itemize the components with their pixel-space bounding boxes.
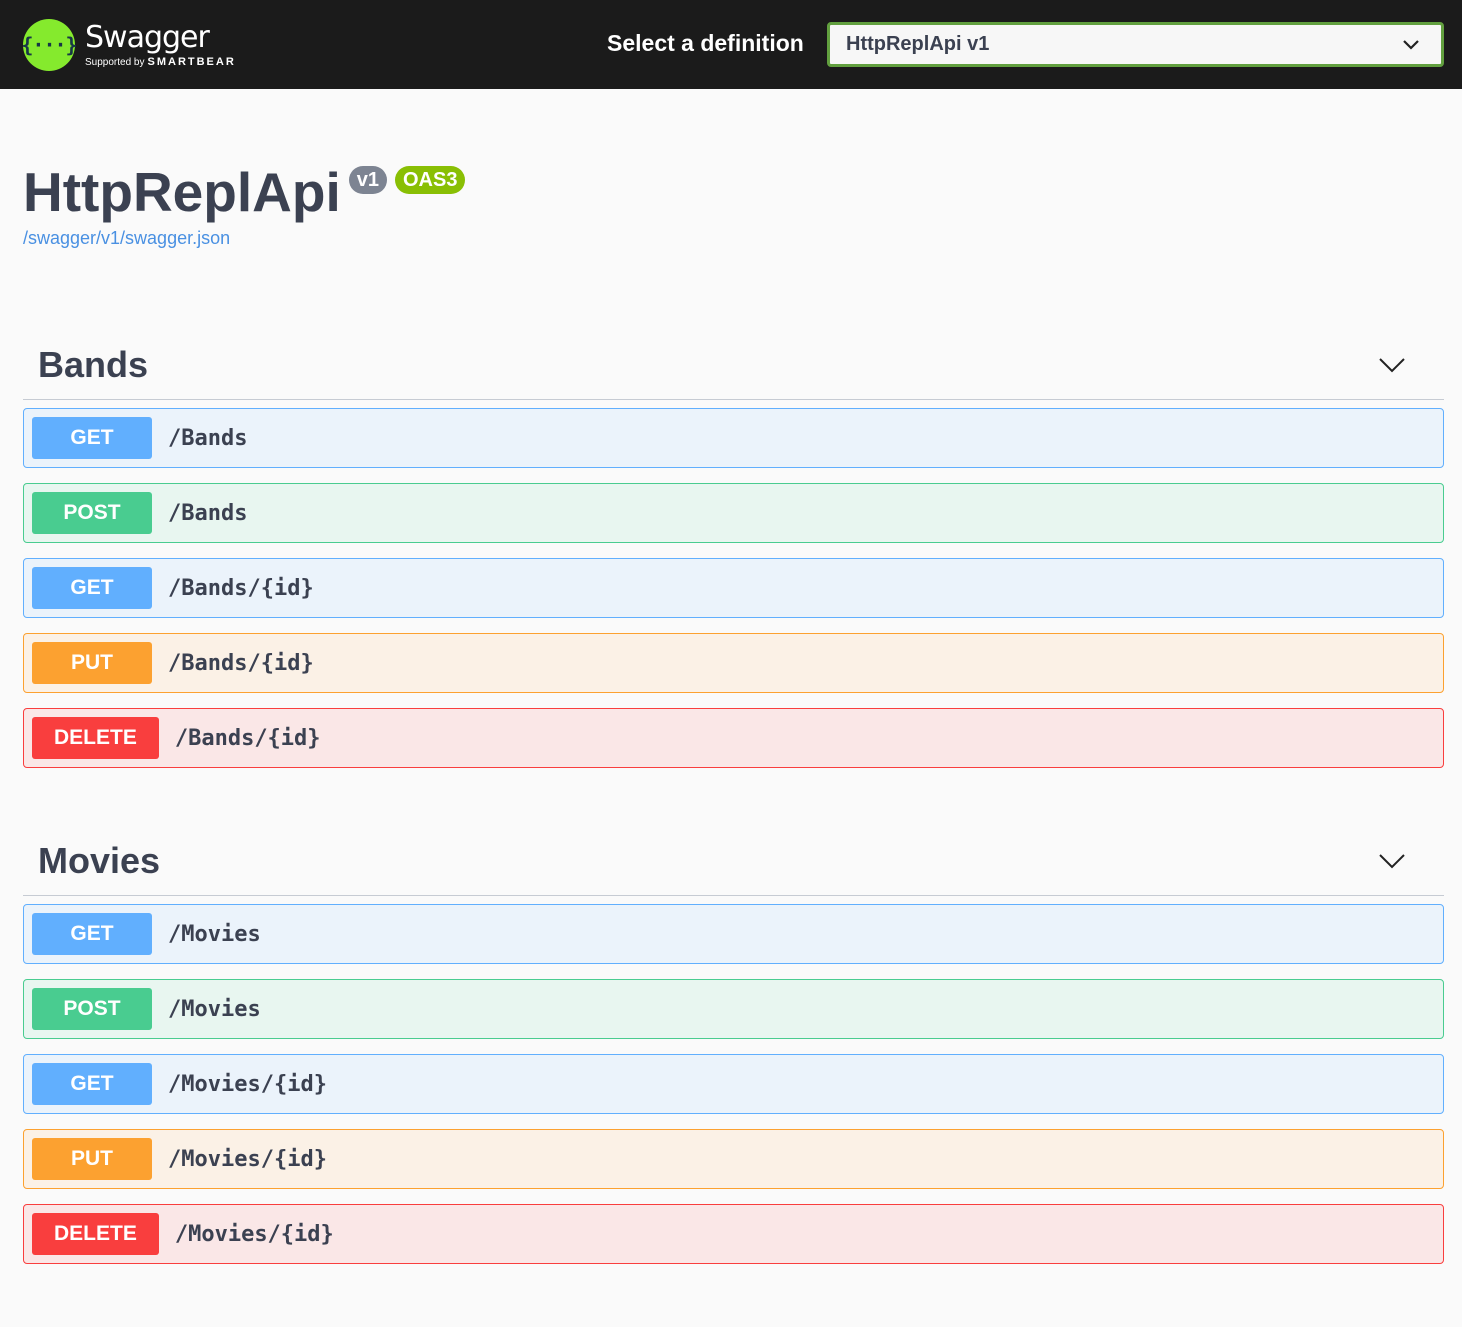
operation-path: /Movies/{id} <box>175 1222 334 1247</box>
method-badge: DELETE <box>32 1213 159 1255</box>
operation-path: /Movies <box>168 997 261 1022</box>
operation-path: /Movies/{id} <box>168 1147 327 1172</box>
operation-get[interactable]: GET/Movies/{id} <box>23 1054 1444 1114</box>
spec-link[interactable]: /swagger/v1/swagger.json <box>23 228 465 249</box>
operation-path: /Bands <box>168 426 247 451</box>
operation-delete[interactable]: DELETE/Bands/{id} <box>23 708 1444 768</box>
select-definition-label: Select a definition <box>607 30 804 57</box>
operation-post[interactable]: POST/Movies <box>23 979 1444 1039</box>
operation-path: /Bands/{id} <box>168 651 314 676</box>
swagger-logo-icon: {···} <box>23 19 75 71</box>
operation-path: /Movies <box>168 922 261 947</box>
definition-select-value: HttpReplApi v1 <box>846 33 989 56</box>
swagger-logo[interactable]: {···} Swagger Supported bySMARTBEAR <box>23 19 236 71</box>
definition-select[interactable]: HttpReplApi v1 <box>827 22 1444 67</box>
method-badge: POST <box>32 988 152 1030</box>
chevron-down-icon[interactable] <box>1378 355 1406 375</box>
operation-path: /Bands <box>168 501 247 526</box>
api-info: HttpReplApi v1 OAS3 /swagger/v1/swagger.… <box>23 160 465 249</box>
method-badge: DELETE <box>32 717 159 759</box>
method-badge: POST <box>32 492 152 534</box>
method-badge: GET <box>32 1063 152 1105</box>
chevron-down-icon <box>1403 40 1419 50</box>
operation-put[interactable]: PUT/Bands/{id} <box>23 633 1444 693</box>
logo-name: Swagger <box>85 22 236 54</box>
operation-path: /Movies/{id} <box>168 1072 327 1097</box>
section-bands: BandsGET/BandsPOST/BandsGET/Bands/{id}PU… <box>23 330 1444 783</box>
operation-put[interactable]: PUT/Movies/{id} <box>23 1129 1444 1189</box>
section-header[interactable]: Bands <box>23 330 1444 400</box>
operation-delete[interactable]: DELETE/Movies/{id} <box>23 1204 1444 1264</box>
method-badge: PUT <box>32 1138 152 1180</box>
method-badge: GET <box>32 567 152 609</box>
section-movies: MoviesGET/MoviesPOST/MoviesGET/Movies/{i… <box>23 826 1444 1279</box>
operation-get[interactable]: GET/Bands/{id} <box>23 558 1444 618</box>
chevron-down-icon[interactable] <box>1378 851 1406 871</box>
method-badge: GET <box>32 913 152 955</box>
api-title: HttpReplApi <box>23 160 341 224</box>
method-badge: PUT <box>32 642 152 684</box>
operation-path: /Bands/{id} <box>175 726 321 751</box>
operation-get[interactable]: GET/Movies <box>23 904 1444 964</box>
section-header[interactable]: Movies <box>23 826 1444 896</box>
operation-post[interactable]: POST/Bands <box>23 483 1444 543</box>
method-badge: GET <box>32 417 152 459</box>
version-badge: v1 <box>349 166 387 194</box>
section-title: Movies <box>38 840 160 882</box>
operation-get[interactable]: GET/Bands <box>23 408 1444 468</box>
operation-path: /Bands/{id} <box>168 576 314 601</box>
logo-sub: Supported bySMARTBEAR <box>85 56 236 68</box>
section-title: Bands <box>38 344 148 386</box>
topbar: {···} Swagger Supported bySMARTBEAR Sele… <box>0 0 1462 89</box>
oas-badge: OAS3 <box>395 166 465 194</box>
